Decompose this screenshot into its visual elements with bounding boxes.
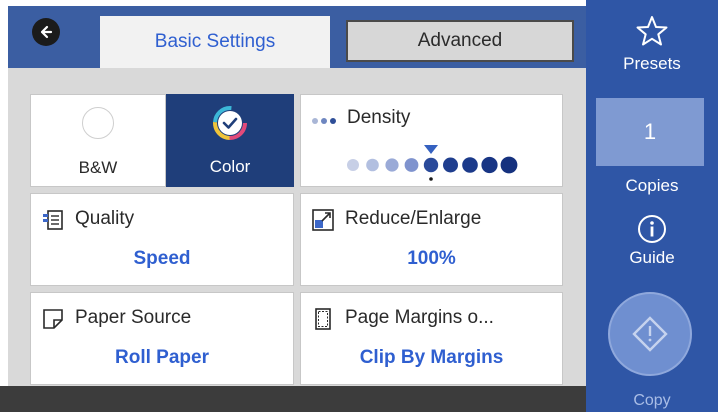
- density-level-dot: [385, 158, 399, 172]
- density-level-dot: [347, 159, 359, 171]
- right-sidebar: Presets 1 Copies Guide Copy: [586, 0, 718, 412]
- page-margins-value: Clip By Margins: [359, 347, 504, 368]
- arrow-left-icon: [40, 25, 53, 39]
- density-center-mark: [429, 177, 433, 181]
- density-dots-icon: [312, 118, 336, 124]
- copies-label: Copies: [625, 176, 679, 195]
- guide-label: Guide: [629, 248, 675, 267]
- density-setting-card[interactable]: Density: [300, 94, 563, 187]
- copy-start-button[interactable]: [608, 292, 692, 376]
- guide-button[interactable]: Guide: [586, 214, 718, 268]
- quality-title: Quality: [75, 208, 135, 229]
- reduce-enlarge-setting-card[interactable]: Reduce/Enlarge 100%: [300, 193, 563, 286]
- copy-settings-screen: Basic Settings Advanced B&W Color Densit…: [0, 0, 718, 412]
- start-diamond-icon: [632, 316, 668, 352]
- density-scale: [347, 145, 518, 181]
- tab-basic-settings[interactable]: Basic Settings: [100, 16, 330, 68]
- page-margins-setting-card[interactable]: Page Margins o... Clip By Margins: [300, 292, 563, 385]
- copies-input[interactable]: 1: [596, 98, 704, 166]
- top-tab-bar: Basic Settings Advanced: [8, 6, 586, 68]
- color-selected-check-icon: [213, 106, 247, 140]
- density-title: Density: [347, 107, 411, 128]
- density-level-dot: [443, 157, 458, 173]
- page-margins-title: Page Margins o...: [345, 307, 494, 328]
- tab-advanced[interactable]: Advanced: [346, 20, 574, 62]
- paper-source-title: Paper Source: [75, 307, 192, 328]
- paper-source-value: Roll Paper: [115, 347, 209, 368]
- settings-panel: B&W Color Density Quality Speed Reduce/E…: [8, 68, 586, 386]
- density-level-dot: [462, 157, 478, 173]
- density-level-dot: [481, 156, 498, 174]
- density-pointer-icon: [424, 145, 438, 154]
- reduce-enlarge-value: 100%: [407, 248, 456, 269]
- bottom-strip: [0, 386, 586, 412]
- back-button[interactable]: [32, 18, 60, 46]
- presets-button[interactable]: Presets: [586, 14, 718, 74]
- bw-mode-button[interactable]: B&W: [30, 94, 166, 187]
- radio-empty-icon: [82, 107, 114, 139]
- quality-setting-card[interactable]: Quality Speed: [30, 193, 294, 286]
- density-level-dot: [366, 158, 379, 172]
- quality-value: Speed: [133, 248, 191, 269]
- reduce-enlarge-title: Reduce/Enlarge: [345, 208, 482, 229]
- bw-mode-label: B&W: [78, 158, 118, 177]
- copy-label: Copy: [633, 392, 671, 409]
- presets-label: Presets: [623, 54, 681, 73]
- info-icon: [638, 215, 666, 243]
- color-mode-label: Color: [209, 157, 251, 176]
- color-mode-button[interactable]: Color: [166, 94, 294, 187]
- density-level-dot: [404, 158, 419, 172]
- paper-source-setting-card[interactable]: Paper Source Roll Paper: [30, 292, 294, 385]
- page-margins-icon: [315, 308, 331, 330]
- density-level-dot: [423, 157, 439, 173]
- paper-source-icon: [43, 309, 63, 329]
- star-icon: [636, 16, 668, 46]
- quality-icon: [43, 210, 63, 230]
- density-level-dot: [500, 156, 518, 174]
- resize-icon: [312, 209, 334, 231]
